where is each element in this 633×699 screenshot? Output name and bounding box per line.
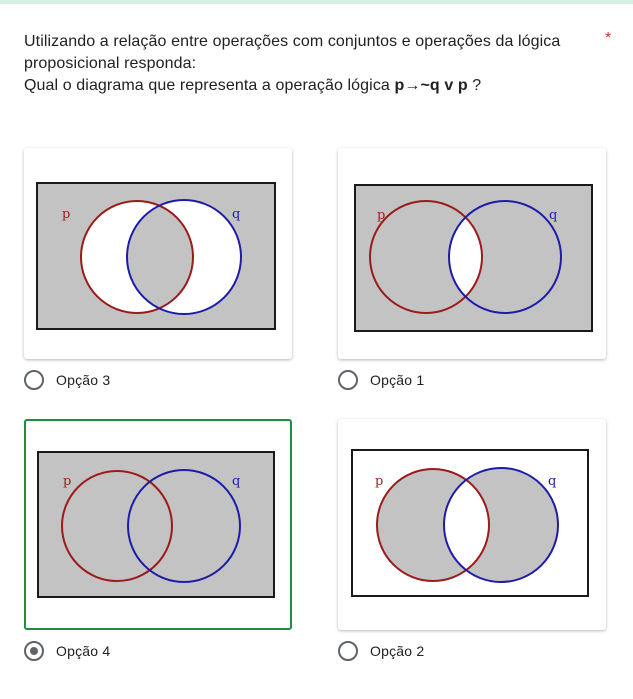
question-line-2: proposicional responda: — [24, 55, 197, 72]
venn-diagram-1: p q — [36, 182, 276, 330]
question-line-3-prefix: Qual o diagrama que representa a operaçã… — [24, 77, 395, 94]
question-text: Utilizando a relação entre operações com… — [24, 31, 584, 97]
venn-label-q: q — [548, 474, 556, 489]
venn-diagram-2: p q — [354, 184, 593, 332]
venn-label-q: q — [549, 208, 557, 223]
venn-label-p: p — [62, 207, 70, 222]
option-label: Opção 1 — [370, 372, 425, 388]
required-asterisk: * — [605, 30, 612, 47]
radio-button[interactable] — [24, 370, 44, 390]
question-line-3: Qual o diagrama que representa a operaçã… — [24, 75, 584, 97]
radio-button[interactable] — [338, 370, 358, 390]
option-label: Opção 2 — [370, 643, 425, 659]
option-image-card-4[interactable]: p q — [338, 419, 606, 630]
question-line-3-suffix: ? — [467, 77, 482, 94]
radio-button-selected[interactable] — [24, 641, 44, 661]
option-image-card-2[interactable]: p q — [338, 148, 606, 359]
option-radio-opcao-3[interactable]: Opção 3 — [24, 370, 110, 390]
radio-button[interactable] — [338, 641, 358, 661]
venn-label-p: p — [375, 474, 383, 489]
venn-diagram-4: p q — [351, 449, 589, 597]
venn-label-q: q — [232, 207, 240, 222]
option-label: Opção 3 — [56, 372, 111, 388]
option-label: Opção 4 — [56, 643, 111, 659]
venn-diagram-3: p q — [37, 451, 275, 598]
option-image-card-1[interactable]: p q — [24, 148, 292, 359]
venn-label-p: p — [377, 208, 385, 223]
question-line-1: Utilizando a relação entre operações com… — [24, 33, 561, 50]
venn-label-q: q — [232, 474, 240, 489]
option-image-card-3[interactable]: p q — [24, 419, 292, 630]
question-logic-expression: p→~q v p — [394, 77, 468, 94]
venn-label-p: p — [63, 474, 71, 489]
option-radio-opcao-1[interactable]: Opção 1 — [338, 370, 424, 390]
option-radio-opcao-2[interactable]: Opção 2 — [338, 641, 424, 661]
card-top-accent — [0, 0, 633, 4]
option-radio-opcao-4[interactable]: Opção 4 — [24, 641, 110, 661]
